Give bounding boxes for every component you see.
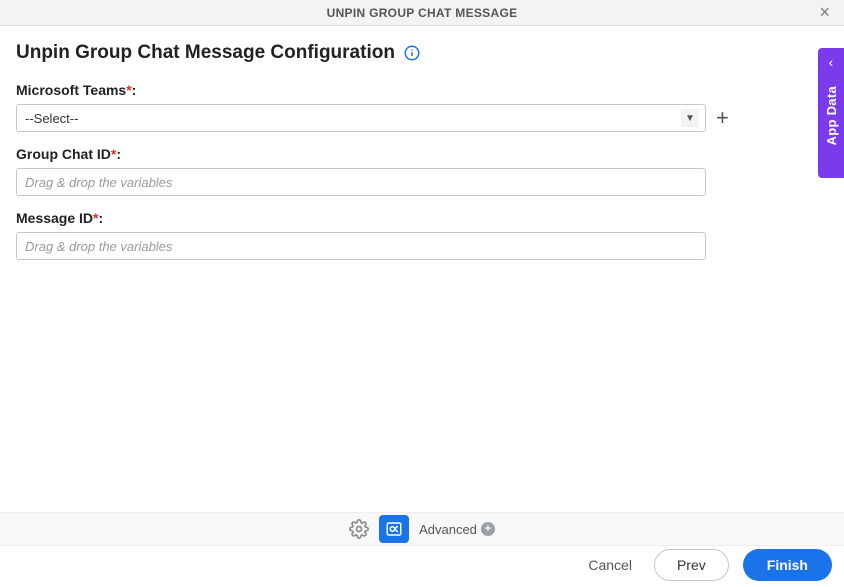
label-message-id: Message ID*: <box>16 210 828 226</box>
required-marker: * <box>126 82 131 98</box>
label-message-id-text: Message ID <box>16 210 93 226</box>
label-microsoft-teams: Microsoft Teams*: <box>16 82 828 98</box>
page-title: Unpin Group Chat Message Configuration <box>16 42 395 64</box>
finish-button[interactable]: Finish <box>743 549 832 581</box>
label-group-chat-id: Group Chat ID*: <box>16 146 828 162</box>
prev-button[interactable]: Prev <box>654 549 729 581</box>
app-data-tab[interactable]: ‹ App Data <box>818 48 844 178</box>
dialog-content: Unpin Group Chat Message Configuration M… <box>0 26 844 260</box>
gear-icon[interactable] <box>349 519 369 539</box>
page-title-row: Unpin Group Chat Message Configuration <box>16 42 828 64</box>
advanced-icon[interactable] <box>379 515 409 543</box>
field-group-chat-id: Group Chat ID*: <box>16 146 828 196</box>
select-microsoft-teams-value: --Select-- <box>25 111 78 126</box>
app-data-label: App Data <box>824 86 839 145</box>
field-message-id: Message ID*: <box>16 210 828 260</box>
select-row-microsoft-teams: --Select-- ▼ + <box>16 104 828 132</box>
required-marker: * <box>111 146 116 162</box>
dialog-actions: Cancel Prev Finish <box>580 549 832 581</box>
required-marker: * <box>93 210 98 226</box>
input-message-id[interactable] <box>16 232 706 260</box>
field-microsoft-teams: Microsoft Teams*: --Select-- ▼ + <box>16 82 828 132</box>
add-connection-icon[interactable]: + <box>714 107 731 129</box>
chevron-left-icon: ‹ <box>829 54 834 70</box>
input-group-chat-id[interactable] <box>16 168 706 196</box>
label-microsoft-teams-text: Microsoft Teams <box>16 82 126 98</box>
cancel-button[interactable]: Cancel <box>580 551 640 579</box>
advanced-label-text: Advanced <box>419 522 477 537</box>
plus-circle-icon: + <box>481 522 495 536</box>
label-group-chat-id-text: Group Chat ID <box>16 146 111 162</box>
dialog-header: UNPIN GROUP CHAT MESSAGE × <box>0 0 844 26</box>
chevron-down-icon: ▼ <box>681 109 699 127</box>
footer-toolbar: Advanced + <box>0 512 844 546</box>
info-icon[interactable] <box>403 44 421 62</box>
dialog-title: UNPIN GROUP CHAT MESSAGE <box>327 6 518 20</box>
close-icon[interactable]: × <box>813 2 836 23</box>
advanced-toggle[interactable]: Advanced + <box>419 522 495 537</box>
select-microsoft-teams[interactable]: --Select-- ▼ <box>16 104 706 132</box>
